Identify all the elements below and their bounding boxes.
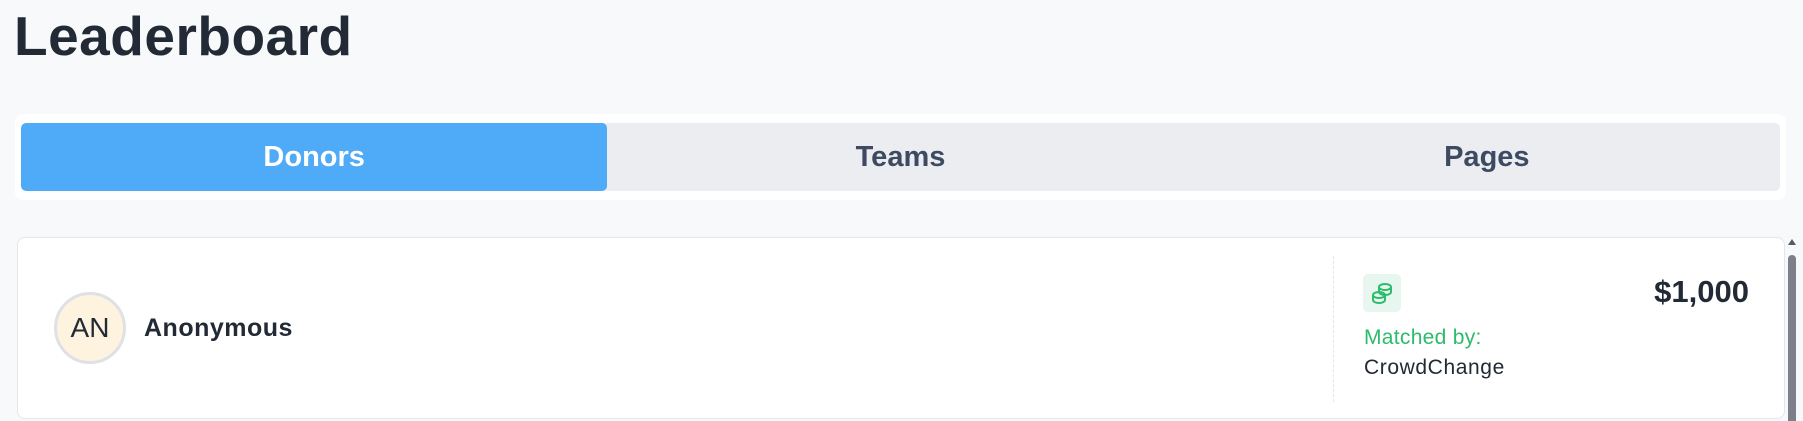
donor-info: AN Anonymous bbox=[54, 292, 293, 364]
scrollbar-thumb[interactable] bbox=[1788, 255, 1796, 421]
leaderboard-tabs: Donors Teams Pages bbox=[15, 114, 1786, 200]
avatar: AN bbox=[54, 292, 126, 364]
donation-amount: $1,000 bbox=[1654, 274, 1749, 309]
donor-card: AN Anonymous Matched by: CrowdChange $1,… bbox=[17, 237, 1785, 419]
leaderboard-page: Leaderboard Donors Teams Pages AN Anonym… bbox=[0, 0, 1803, 421]
scrollbar[interactable] bbox=[1786, 237, 1799, 421]
tab-teams[interactable]: Teams bbox=[607, 123, 1193, 191]
divider bbox=[1333, 256, 1334, 402]
tab-donors[interactable]: Donors bbox=[21, 123, 608, 191]
coins-icon bbox=[1363, 274, 1401, 312]
scroll-up-arrow-icon[interactable] bbox=[1788, 239, 1796, 245]
tab-pages[interactable]: Pages bbox=[1194, 123, 1780, 191]
matched-label: Matched by: bbox=[1364, 326, 1482, 349]
matched-by-name: CrowdChange bbox=[1364, 356, 1505, 379]
page-title: Leaderboard bbox=[14, 5, 353, 67]
tab-bar: Donors Teams Pages bbox=[21, 123, 1780, 191]
donor-name: Anonymous bbox=[144, 313, 293, 342]
